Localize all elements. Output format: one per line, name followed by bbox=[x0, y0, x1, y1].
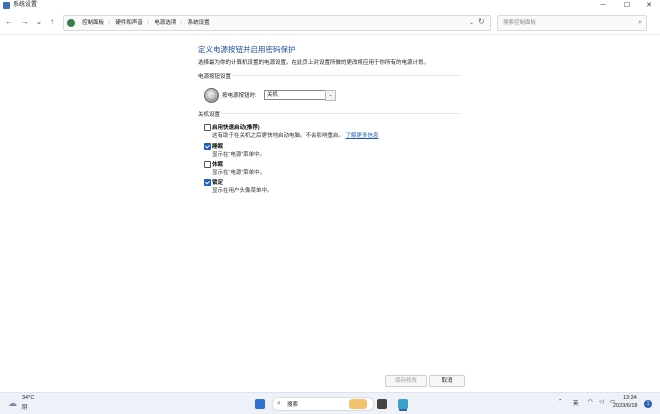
breadcrumb-item[interactable]: 硬件和声音 bbox=[115, 20, 143, 26]
hibernate-label: 休眠 bbox=[212, 162, 224, 168]
sleep-checkbox[interactable] bbox=[204, 143, 211, 150]
shutdown-section-title: 关机设置 bbox=[198, 112, 221, 118]
power-button-label: 按电源按钮时: bbox=[222, 93, 257, 99]
maximize-button[interactable]: ☐ bbox=[616, 0, 638, 11]
forward-arrow-icon[interactable]: → bbox=[19, 16, 31, 28]
section-divider bbox=[222, 113, 460, 114]
taskbar-search-label: 搜索 bbox=[287, 402, 299, 408]
learn-more-link[interactable]: 了解更多信息 bbox=[346, 133, 379, 139]
close-button[interactable]: ✕ bbox=[638, 0, 660, 11]
fast-startup-label: 启用快速启动(推荐) bbox=[212, 125, 260, 131]
page-description: 选择最为你的计算机设置的电源设置。在此页上对设置所做的更改将应用于你所有的电源计… bbox=[198, 60, 430, 66]
volume-icon[interactable]: ◁ bbox=[599, 399, 603, 405]
weather-desc: 阴 bbox=[22, 405, 28, 411]
hibernate-checkbox[interactable] bbox=[204, 161, 211, 168]
breadcrumb: 控制面板 › 硬件和声音 › 电源选项 › 系统设置 bbox=[82, 20, 210, 26]
lock-label: 锁定 bbox=[212, 180, 224, 186]
search-highlight-icon bbox=[349, 399, 367, 409]
save-button[interactable]: 保存修改 bbox=[385, 375, 427, 387]
system-settings-icon bbox=[3, 2, 10, 9]
start-icon[interactable] bbox=[255, 399, 265, 409]
system-settings-taskbar-icon[interactable] bbox=[398, 399, 408, 409]
search-icon: ⌕ bbox=[638, 19, 642, 26]
refresh-icon[interactable]: ↻ bbox=[478, 16, 485, 28]
address-bar[interactable]: 控制面板 › 硬件和声音 › 电源选项 › 系统设置 ⌄ bbox=[63, 15, 491, 31]
section-divider bbox=[232, 75, 460, 76]
cancel-button[interactable]: 取消 bbox=[429, 375, 465, 387]
taskbar: ☁ 34°C 阴 ⌕ 搜索 ⌃ 英 ◠ ◁ ▭ 13:34 2023/6/18 … bbox=[0, 392, 660, 414]
clock-time[interactable]: 13:34 bbox=[623, 395, 637, 401]
search-input[interactable]: 搜索控制面板 ⌕ bbox=[497, 15, 647, 31]
fast-startup-desc: 这有助于在关机之后更快地启动电脑。不会影响重启。 了解更多信息 bbox=[212, 133, 379, 139]
page-title: 定义电源按钮并启用密码保护 bbox=[198, 45, 296, 54]
lock-desc: 显示在用户头像菜单中。 bbox=[212, 188, 273, 194]
window-title: 系统设置 bbox=[13, 2, 38, 8]
sleep-desc: 显示在“电源”菜单中。 bbox=[212, 152, 266, 158]
input-method-indicator[interactable]: 英 bbox=[573, 399, 579, 407]
hibernate-desc: 显示在“电源”菜单中。 bbox=[212, 170, 266, 176]
back-arrow-icon[interactable]: ← bbox=[3, 16, 15, 28]
navigation-bar: ← → ⌄ ↑ 控制面板 › 硬件和声音 › 电源选项 › 系统设置 ⌄ ↻ 搜索控制… bbox=[0, 11, 660, 35]
power-button-action-value: 关机 bbox=[267, 92, 279, 98]
notification-badge[interactable]: 1 bbox=[644, 400, 652, 408]
taskbar-search[interactable]: ⌕ 搜索 bbox=[272, 397, 374, 411]
title-bar: 系统设置 ─ ☐ ✕ bbox=[0, 0, 660, 11]
up-arrow-icon[interactable]: ↑ bbox=[46, 16, 58, 28]
breadcrumb-item[interactable]: 电源选项 bbox=[154, 20, 176, 26]
breadcrumb-item[interactable]: 系统设置 bbox=[188, 20, 210, 26]
chevron-down-icon[interactable]: ⌄ bbox=[325, 90, 336, 101]
weather-temp[interactable]: 34°C bbox=[22, 395, 34, 401]
clock-date[interactable]: 2023/6/18 bbox=[613, 403, 637, 409]
lock-checkbox[interactable] bbox=[204, 179, 211, 186]
power-button-icon: ⏻ bbox=[204, 88, 219, 103]
search-icon: ⌕ bbox=[277, 400, 281, 407]
control-panel-icon bbox=[67, 19, 75, 27]
task-view-icon[interactable] bbox=[377, 399, 387, 409]
search-placeholder: 搜索控制面板 bbox=[503, 20, 537, 26]
address-dropdown-icon[interactable]: ⌄ bbox=[469, 17, 474, 29]
show-hidden-icons[interactable]: ⌃ bbox=[558, 399, 563, 405]
power-button-action-select[interactable]: 关机 bbox=[264, 90, 326, 100]
minimize-button[interactable]: ─ bbox=[592, 0, 614, 11]
power-button-section-title: 电源按钮设置 bbox=[198, 74, 232, 80]
recent-locations-icon[interactable]: ⌄ bbox=[33, 16, 45, 28]
sleep-label: 睡眠 bbox=[212, 144, 224, 150]
fast-startup-checkbox[interactable] bbox=[204, 124, 211, 131]
weather-icon[interactable]: ☁ bbox=[8, 397, 17, 409]
wifi-icon[interactable]: ◠ bbox=[588, 399, 593, 405]
breadcrumb-item[interactable]: 控制面板 bbox=[82, 20, 104, 26]
